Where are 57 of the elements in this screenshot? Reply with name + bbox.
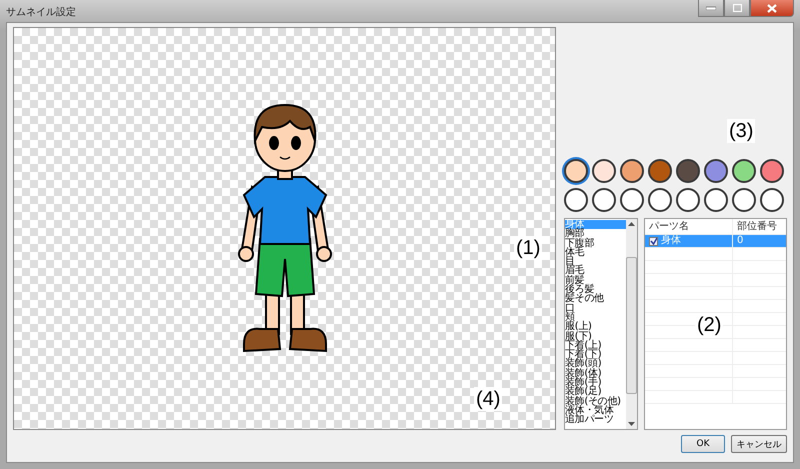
column-header[interactable]: 部位番号	[733, 219, 777, 234]
color-swatch[interactable]	[732, 159, 756, 183]
color-swatch[interactable]	[564, 159, 588, 183]
parts-list-item[interactable]: 体毛	[565, 248, 626, 258]
minimize-button[interactable]	[698, 0, 724, 17]
cancel-button[interactable]: キャンセル	[731, 435, 787, 453]
maximize-button[interactable]	[724, 0, 750, 17]
close-icon	[767, 4, 777, 12]
parts-list-item[interactable]: 口	[565, 304, 626, 313]
table-cell: 身体	[661, 235, 681, 247]
color-swatch[interactable]	[648, 188, 672, 212]
parts-list-item[interactable]: 服(下)	[565, 332, 626, 341]
color-swatch[interactable]	[592, 159, 616, 183]
scrollbar[interactable]	[626, 219, 637, 429]
parts-list-item[interactable]: 後ろ髪	[565, 285, 626, 294]
callout-label: (4)	[474, 387, 502, 411]
parts-list-item[interactable]: 下着(上)	[565, 340, 626, 350]
scroll-down-icon	[628, 422, 635, 426]
color-swatch[interactable]	[760, 188, 784, 212]
parts-list-item[interactable]: 髪その他	[565, 294, 626, 304]
parts-list-item[interactable]: 下着(下)	[565, 350, 626, 360]
parts-list-item[interactable]: 装飾(その他)	[565, 396, 626, 406]
color-swatch[interactable]	[704, 188, 728, 212]
column-header[interactable]: パーツ名	[645, 219, 733, 234]
scrollbar-thumb[interactable]	[626, 257, 637, 394]
table-cell-text: 0	[736, 235, 744, 247]
color-swatch[interactable]	[592, 188, 616, 212]
color-swatch[interactable]	[648, 159, 672, 183]
color-swatch[interactable]	[676, 188, 700, 212]
ok-button[interactable]: OK	[681, 435, 725, 453]
parts-list-item[interactable]: 装飾(頭)	[565, 359, 626, 369]
parts-list-item[interactable]: 装飾(手)	[565, 378, 626, 388]
parts-list-item[interactable]: 眉毛	[565, 266, 626, 276]
close-button[interactable]	[750, 0, 794, 17]
color-swatch[interactable]	[676, 159, 700, 183]
color-swatch[interactable]	[760, 159, 784, 183]
parts-list-item[interactable]: 頬	[565, 312, 626, 322]
parts-list-item[interactable]: 追加パーツ	[565, 415, 626, 425]
color-swatch[interactable]	[620, 188, 644, 212]
window-title: サムネイル設定	[6, 6, 76, 19]
color-swatch[interactable]	[620, 159, 644, 183]
check-icon	[650, 237, 657, 245]
parts-list-item[interactable]: 装飾(足)	[565, 387, 626, 397]
color-swatch[interactable]	[732, 188, 756, 212]
checkbox[interactable]	[649, 236, 658, 246]
callout-label: (1)	[514, 236, 542, 260]
parts-list-item[interactable]: 下腹部	[565, 238, 626, 248]
minimize-icon	[706, 6, 716, 10]
color-swatch[interactable]	[564, 188, 588, 212]
maximize-icon	[732, 4, 742, 12]
parts-list-item[interactable]: 胸部	[565, 229, 626, 239]
parts-list-item[interactable]: 液体・気体	[565, 406, 626, 416]
scroll-up-icon	[628, 222, 635, 226]
parts-list-item[interactable]: 装飾(体)	[565, 368, 626, 378]
parts-list-item[interactable]: 服(上)	[565, 322, 626, 332]
color-swatch[interactable]	[704, 159, 728, 183]
callout-label: (3)	[727, 119, 756, 143]
